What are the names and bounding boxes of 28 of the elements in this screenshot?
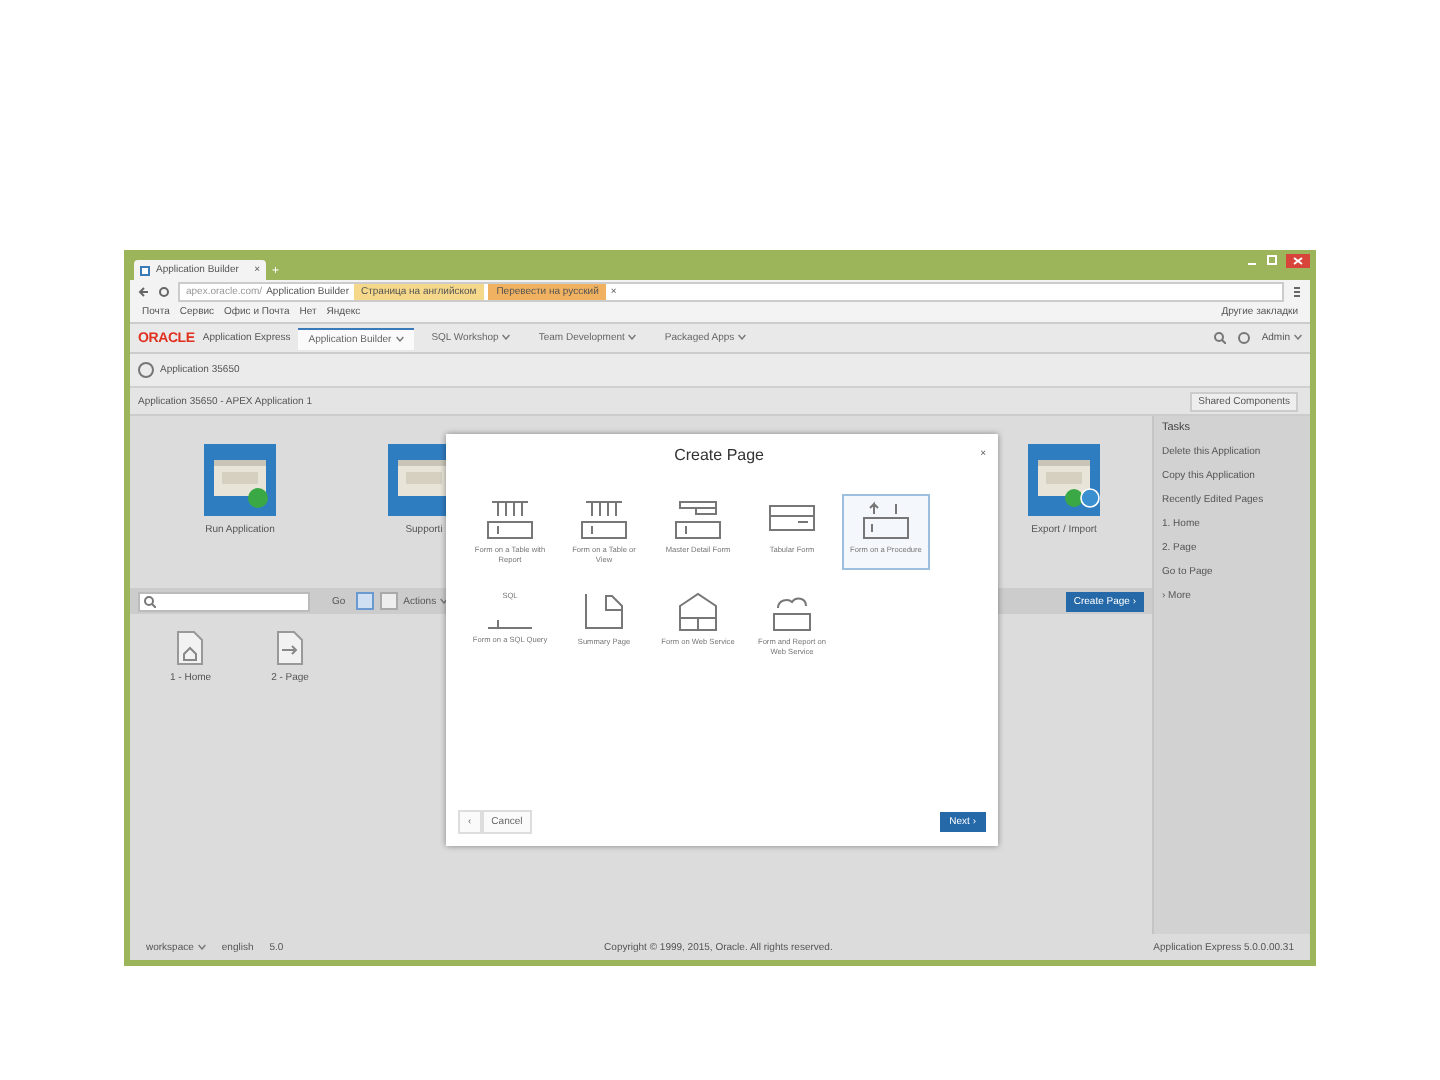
search-icon: [144, 595, 156, 607]
page-type-icon: [768, 592, 816, 633]
page-type-icon: [486, 500, 534, 540]
maximize-icon[interactable]: [1266, 254, 1278, 266]
view-toggle[interactable]: [379, 592, 398, 610]
page-type-icon: [486, 614, 534, 631]
caret-icon: [738, 334, 747, 341]
page-type-icon: [580, 592, 628, 633]
view-toggle[interactable]: [355, 592, 374, 610]
page-type-icon: [674, 500, 722, 540]
menu-icon[interactable]: [1292, 285, 1302, 297]
page-type-icon: [862, 500, 910, 540]
page-icon: [140, 265, 150, 275]
caret-icon: [197, 943, 206, 950]
dialog-title: Create Page: [672, 445, 766, 463]
search-icon[interactable]: [1213, 332, 1226, 344]
caret-icon: [502, 334, 511, 341]
back-icon[interactable]: [138, 285, 150, 297]
close-icon[interactable]: [1286, 254, 1310, 268]
home-page-icon[interactable]: [176, 630, 205, 666]
caret-icon: [628, 334, 637, 341]
page-type-icon: [580, 500, 628, 540]
caret-icon: [395, 335, 404, 342]
search-field[interactable]: [138, 591, 310, 611]
app-icon: [138, 362, 154, 378]
caret-icon: [1294, 334, 1302, 341]
page-type-icon: [674, 592, 722, 633]
page-arrow-icon[interactable]: [276, 630, 305, 666]
